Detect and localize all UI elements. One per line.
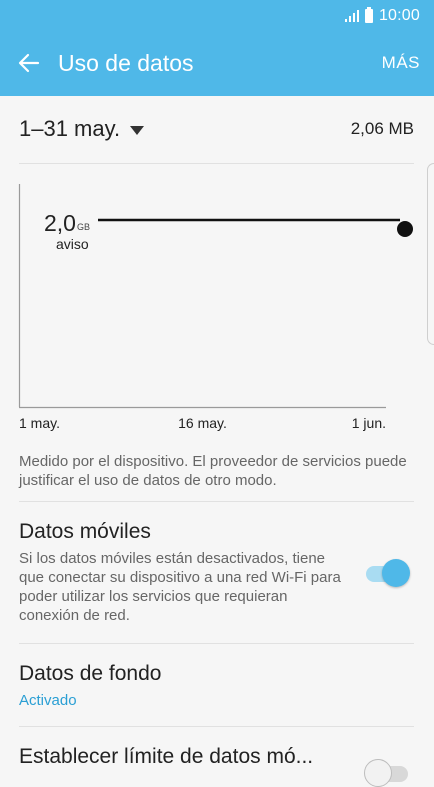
divider — [19, 501, 414, 502]
x-tick-label: 1 jun. — [352, 415, 386, 431]
toggle-knob — [382, 559, 410, 587]
signal-icon — [344, 10, 359, 22]
toggle-knob — [364, 759, 392, 787]
status-time: 10:00 — [378, 7, 420, 24]
data-limit-toggle[interactable] — [364, 757, 412, 787]
usage-chart: 2,0 GB aviso 1 may. 16 may. 1 jun. — [18, 184, 413, 431]
status-bar: 10:00 — [0, 0, 434, 32]
mobile-data-title: Datos móviles — [19, 520, 151, 543]
background-data-status: Activado — [19, 692, 77, 709]
mobile-data-description: Si los datos móviles están desactivados,… — [19, 550, 341, 624]
period-row: 1–31 may. 2,06 MB — [19, 116, 414, 148]
page-title: Uso de datos — [58, 50, 194, 76]
divider — [19, 643, 414, 644]
divider — [19, 163, 414, 164]
data-limit-title: Establecer límite de datos mó... — [19, 745, 314, 768]
background-data-title: Datos de fondo — [19, 662, 162, 685]
data-usage-total: 2,06 MB — [350, 119, 414, 138]
app-bar: Uso de datos MÁS — [0, 32, 434, 96]
usage-description: Medido por el dispositivo. El proveedor … — [19, 453, 407, 489]
warning-line-handle[interactable] — [397, 221, 413, 237]
arrow-left-icon[interactable] — [18, 52, 40, 74]
warning-label: aviso — [56, 236, 89, 252]
period-label: 1–31 may. — [19, 116, 121, 141]
mobile-data-toggle[interactable] — [364, 557, 412, 587]
warning-value: 2,0 — [44, 210, 76, 236]
more-button[interactable]: MÁS — [382, 53, 420, 73]
status-icons: 10:00 — [344, 6, 420, 26]
x-tick-labels: 1 may. 16 may. 1 jun. — [19, 415, 386, 431]
dropdown-arrow-icon — [130, 125, 145, 135]
divider — [19, 726, 414, 727]
x-tick-label: 16 may. — [178, 415, 227, 431]
scroll-indicator[interactable] — [427, 163, 434, 345]
warning-unit: GB — [77, 222, 90, 232]
battery-icon — [364, 7, 373, 23]
x-tick-label: 1 may. — [19, 415, 60, 431]
period-selector[interactable]: 1–31 may. — [19, 116, 145, 142]
